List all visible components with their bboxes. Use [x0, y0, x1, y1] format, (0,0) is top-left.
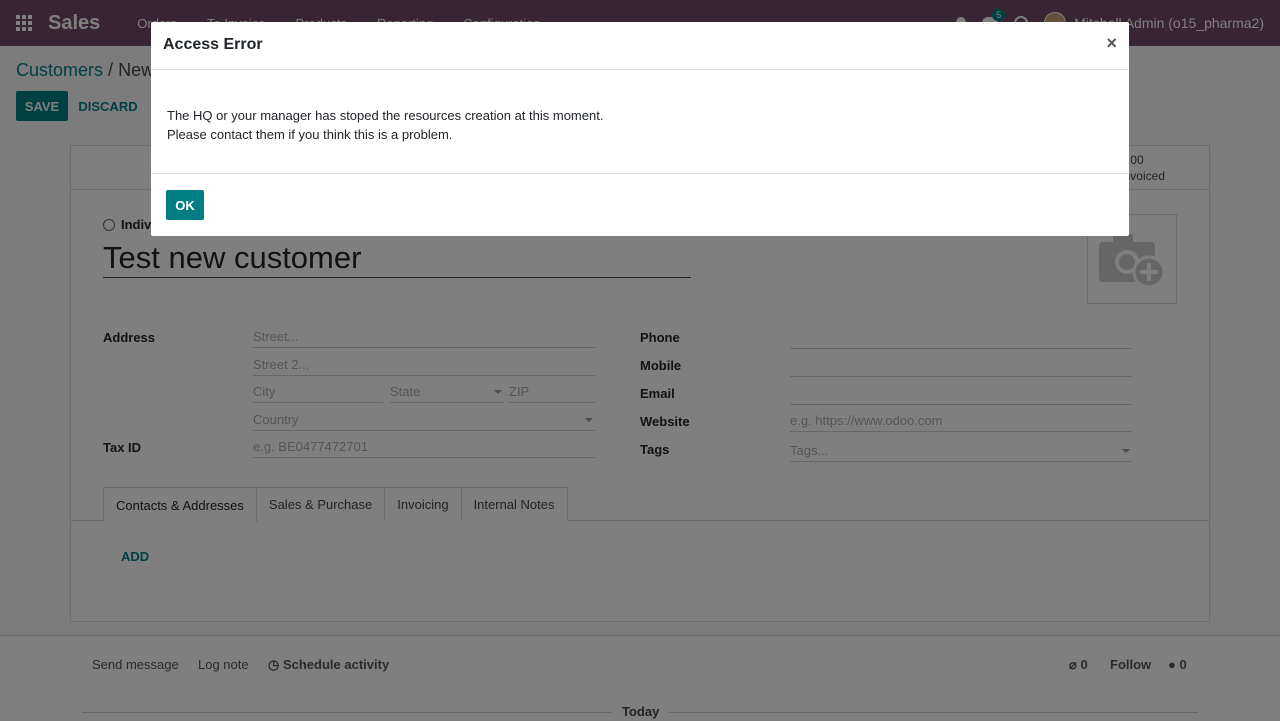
close-icon[interactable]: ×: [1106, 33, 1117, 54]
modal-footer: OK: [151, 173, 1129, 236]
access-error-dialog: Access Error × The HQ or your manager ha…: [151, 22, 1129, 236]
modal-body: The HQ or your manager has stoped the re…: [167, 106, 603, 144]
modal-message-line-2: Please contact them if you think this is…: [167, 127, 453, 142]
ok-button[interactable]: OK: [166, 190, 204, 220]
modal-header: Access Error ×: [151, 22, 1129, 70]
modal-title: Access Error: [163, 36, 263, 53]
modal-message-line-1: The HQ or your manager has stoped the re…: [167, 108, 604, 123]
